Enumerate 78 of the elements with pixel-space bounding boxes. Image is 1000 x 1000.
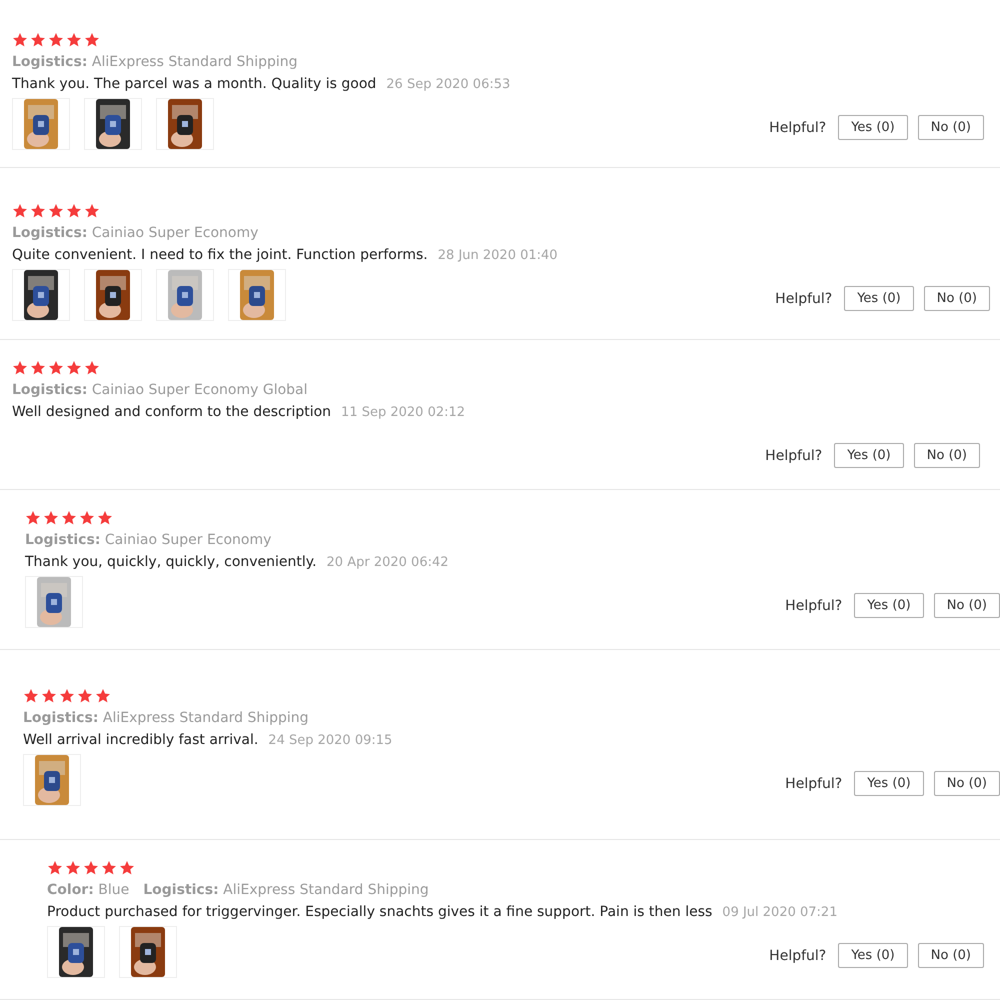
helpful-label: Helpful? [785, 776, 842, 792]
no-button[interactable]: No (0) [918, 115, 984, 140]
star-icon [79, 510, 95, 526]
photo-thumbnail[interactable] [84, 269, 142, 321]
star-icon [48, 360, 64, 376]
star-icon [12, 32, 28, 48]
yes-button[interactable]: Yes (0) [854, 593, 924, 618]
review-date: 11 Sep 2020 02:12 [341, 405, 466, 420]
attribute-text: Logistics: AliExpress Standard Shipping [143, 882, 429, 898]
no-button[interactable]: No (0) [918, 943, 984, 968]
attribute-text: Logistics: Cainiao Super Economy [12, 225, 258, 241]
photo-thumbnail[interactable] [119, 926, 177, 978]
review-text: Thank you, quickly, quickly, conveniently. [25, 554, 317, 570]
review-text: Well designed and conform to the description [12, 404, 332, 420]
star-icon [41, 688, 57, 704]
star-icon [25, 510, 41, 526]
photo-thumbnail[interactable] [156, 269, 214, 321]
review-text: Well arrival incredibly fast arrival. [23, 732, 258, 748]
star-icon [66, 203, 82, 219]
star-icon [30, 32, 46, 48]
photo-thumbnail[interactable] [12, 269, 70, 321]
no-button[interactable]: No (0) [934, 593, 1000, 618]
attribute-text: Logistics: Cainiao Super Economy Global [12, 382, 308, 398]
star-icon [84, 203, 100, 219]
star-icon [47, 860, 63, 876]
review-date: 28 Jun 2020 01:40 [438, 248, 558, 263]
star-icon [23, 688, 39, 704]
star-icon [84, 360, 100, 376]
photo-thumbnail[interactable] [12, 98, 70, 150]
star-icon [101, 860, 117, 876]
star-icon [66, 32, 82, 48]
no-button[interactable]: No (0) [914, 443, 980, 468]
helpful-label: Helpful? [785, 598, 842, 614]
star-icon [119, 860, 135, 876]
star-icon [48, 203, 64, 219]
star-icon [83, 860, 99, 876]
photo-thumbnail[interactable] [25, 576, 83, 628]
photo-thumbnail[interactable] [156, 98, 214, 150]
helpful-label: Helpful? [769, 120, 826, 136]
yes-button[interactable]: Yes (0) [834, 443, 904, 468]
star-icon [61, 510, 77, 526]
review-text: Quite convenient. I need to fix the joint. Function performs. [12, 247, 428, 263]
star-icon [48, 32, 64, 48]
yes-button[interactable]: Yes (0) [844, 286, 914, 311]
star-icon [84, 32, 100, 48]
yes-button[interactable]: Yes (0) [854, 771, 924, 796]
star-icon [30, 203, 46, 219]
star-icon [66, 360, 82, 376]
review-text: Product purchased for triggervinger. Especially snachts gives it a fine support. Pain is then less [47, 904, 712, 920]
photo-thumbnail[interactable] [84, 98, 142, 150]
star-icon [30, 360, 46, 376]
helpful-label: Helpful? [769, 948, 826, 964]
star-icon [95, 688, 111, 704]
review-date: 20 Apr 2020 06:42 [326, 555, 449, 570]
review-date: 26 Sep 2020 06:53 [386, 77, 510, 92]
attribute-text: Logistics: Cainiao Super Economy [25, 532, 272, 548]
star-icon [43, 510, 59, 526]
attribute-text: Logistics: AliExpress Standard Shipping [23, 710, 309, 726]
star-icon [12, 203, 28, 219]
photo-thumbnail[interactable] [47, 926, 105, 978]
helpful-label: Helpful? [775, 290, 832, 306]
review-date: 09 Jul 2020 07:21 [722, 905, 838, 920]
photo-thumbnail[interactable] [23, 754, 81, 806]
attribute-text: Logistics: AliExpress Standard Shipping [12, 54, 298, 70]
star-icon [59, 688, 75, 704]
helpful-label: Helpful? [765, 448, 822, 464]
star-icon [97, 510, 113, 526]
review-date: 24 Sep 2020 09:15 [268, 733, 392, 748]
star-icon [77, 688, 93, 704]
no-button[interactable]: No (0) [934, 771, 1000, 796]
attribute-text: Color: Blue [47, 882, 130, 898]
yes-button[interactable]: Yes (0) [838, 943, 908, 968]
star-icon [12, 360, 28, 376]
photo-thumbnail[interactable] [228, 269, 286, 321]
yes-button[interactable]: Yes (0) [838, 115, 908, 140]
no-button[interactable]: No (0) [924, 286, 990, 311]
star-icon [65, 860, 81, 876]
review-text: Thank you. The parcel was a month. Quality is good [12, 76, 376, 92]
